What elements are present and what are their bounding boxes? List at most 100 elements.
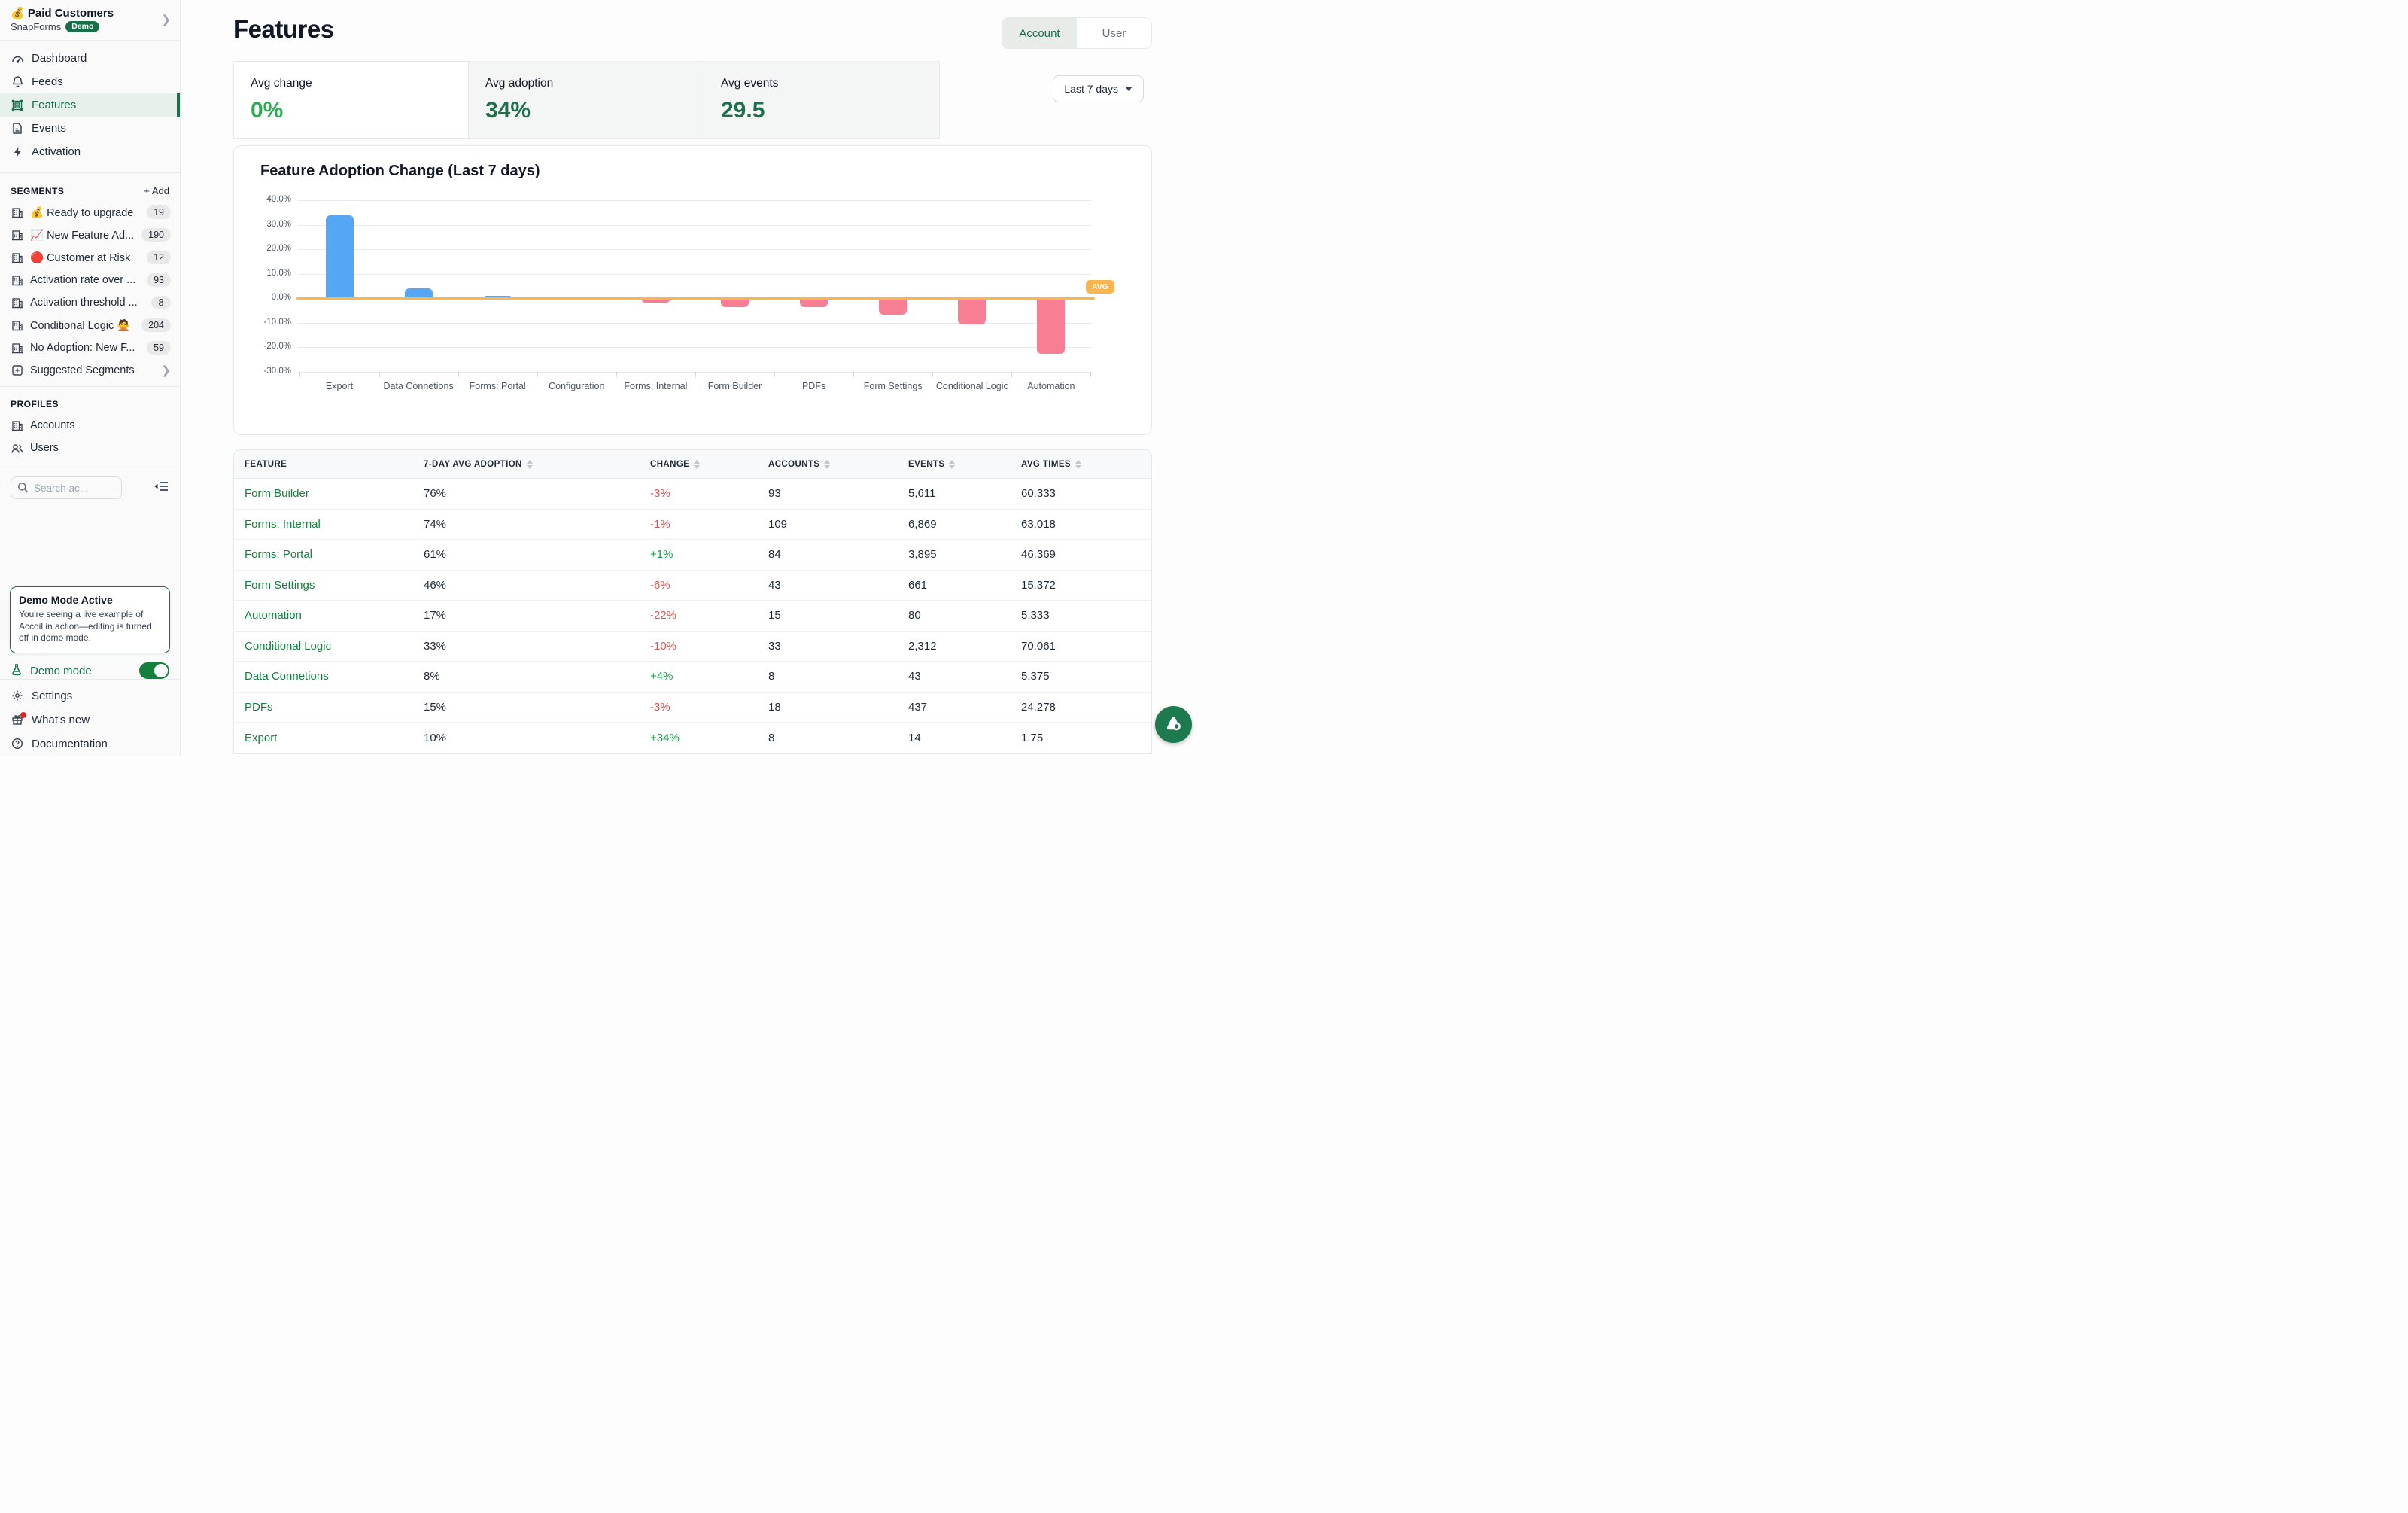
stat-card-avg-change[interactable]: Avg change0% [233, 61, 469, 139]
stat-card-avg-adoption[interactable]: Avg adoption34% [469, 61, 704, 139]
gauge-icon [11, 53, 24, 64]
segment-item[interactable]: Activation threshold ...8 [0, 291, 180, 314]
events-cell: 661 [908, 579, 1021, 592]
x-axis-tick [299, 372, 300, 377]
sidebar-item-settings[interactable]: Settings [0, 683, 180, 708]
feature-link[interactable]: PDFs [245, 701, 424, 714]
chevron-right-icon: ❯ [161, 364, 171, 377]
accoil-logo-icon [1163, 713, 1184, 737]
stat-card-avg-events[interactable]: Avg events29.5 [704, 61, 940, 139]
accounts-cell: 8 [768, 670, 908, 683]
building-icon [11, 320, 23, 331]
suggested-segments-icon [11, 364, 23, 376]
sidebar-item-dashboard[interactable]: Dashboard [0, 47, 180, 70]
column-header-avg-times[interactable]: AVG TIMES [1021, 460, 1151, 469]
feature-link[interactable]: Forms: Portal [245, 548, 424, 561]
segment-item[interactable]: No Adoption: New F...59 [0, 336, 180, 359]
events-cell: 14 [908, 732, 1021, 744]
avg-times-cell: 46.369 [1021, 548, 1151, 561]
features-grid-icon [11, 99, 24, 111]
chevron-down-icon [1125, 87, 1133, 91]
column-header-accounts[interactable]: ACCOUNTS [768, 460, 908, 469]
change-cell: -1% [650, 518, 768, 531]
demo-callout-title: Demo Mode Active [19, 594, 161, 606]
change-cell: +1% [650, 548, 768, 561]
accounts-cell: 43 [768, 579, 908, 592]
sidebar-footer: SettingsWhat's newDocumentation [0, 683, 180, 756]
column-header-events[interactable]: EVENTS [908, 460, 1021, 469]
feature-link[interactable]: Form Settings [245, 579, 424, 592]
feature-link[interactable]: Conditional Logic [245, 640, 424, 653]
feature-link[interactable]: Form Builder [245, 487, 424, 500]
toggle-user[interactable]: User [1077, 18, 1151, 48]
column-header-change[interactable]: CHANGE [650, 460, 768, 469]
workspace-name: 💰 Paid Customers [11, 6, 114, 20]
x-axis-tick [853, 372, 854, 377]
chart-bar-pdfs[interactable] [800, 300, 828, 307]
accounts-cell: 15 [768, 609, 908, 622]
sidebar-item-suggested-segments[interactable]: Suggested Segments ❯ [0, 359, 180, 382]
date-range-dropdown[interactable]: Last 7 days [1053, 75, 1144, 102]
feature-link[interactable]: Export [245, 732, 424, 744]
sidebar-item-what-s-new[interactable]: What's new [0, 708, 180, 732]
sidebar-item-activation[interactable]: Activation [0, 140, 180, 163]
search-row [0, 469, 180, 505]
accounts-cell: 8 [768, 732, 908, 744]
notification-dot [20, 712, 26, 718]
demo-mode-toggle[interactable] [139, 662, 169, 679]
accoil-help-button[interactable] [1155, 706, 1192, 743]
segment-item[interactable]: 🔴 Customer at Risk12 [0, 246, 180, 269]
chart-bar-form-settings[interactable] [879, 300, 907, 315]
segment-count-badge: 19 [147, 205, 171, 219]
sidebar-item-features[interactable]: Features [0, 93, 180, 117]
segment-item[interactable]: Conditional Logic 🙅204 [0, 314, 180, 336]
moneybag-emoji: 💰 [11, 7, 25, 20]
sidebar-item-users[interactable]: Users [0, 437, 180, 459]
segment-item[interactable]: 💰 Ready to upgrade19 [0, 201, 180, 224]
avg-reference-line [296, 297, 1095, 300]
collapse-sidebar-icon[interactable] [154, 479, 169, 497]
column-header-7-day-avg-adoption[interactable]: 7-DAY AVG ADOPTION [424, 460, 650, 469]
building-icon [11, 275, 23, 286]
feature-adoption-chart: Feature Adoption Change (Last 7 days) 40… [233, 145, 1152, 435]
workspace-switcher[interactable]: 💰 Paid Customers SnapFormsDemo ❯ [0, 0, 180, 41]
feature-link[interactable]: Automation [245, 609, 424, 622]
adoption-cell: 15% [424, 701, 650, 714]
sidebar-item-events[interactable]: Events [0, 117, 180, 140]
table-row: Form Builder 76% -3% 93 5,611 60.333 [234, 479, 1151, 510]
sidebar-item-documentation[interactable]: Documentation [0, 732, 180, 756]
toggle-account[interactable]: Account [1002, 18, 1077, 48]
avg-times-cell: 63.018 [1021, 518, 1151, 531]
stat-value: 34% [485, 98, 704, 123]
sidebar-item-accounts[interactable]: Accounts [0, 414, 180, 437]
bell-icon [11, 75, 24, 88]
events-cell: 6,869 [908, 518, 1021, 531]
avg-times-cell: 60.333 [1021, 487, 1151, 500]
sidebar-item-feeds[interactable]: Feeds [0, 70, 180, 93]
segment-item[interactable]: Activation rate over ...93 [0, 269, 180, 291]
gridline [298, 225, 1092, 226]
chart-bar-automation[interactable] [1037, 300, 1065, 354]
chart-bar-conditional-logic[interactable] [958, 300, 986, 324]
add-segment-button[interactable]: + Add [144, 185, 169, 196]
chart-bar-form-builder[interactable] [721, 300, 749, 307]
events-cell: 437 [908, 701, 1021, 714]
y-axis-tick: 30.0% [237, 220, 291, 229]
feature-link[interactable]: Data Connetions [245, 670, 424, 683]
chart-bar-forms-internal[interactable] [642, 300, 670, 302]
help-icon [11, 738, 24, 750]
stat-value: 29.5 [721, 98, 939, 123]
building-icon [11, 207, 23, 218]
y-axis-tick: -10.0% [237, 318, 291, 327]
segment-count-badge: 93 [147, 273, 171, 287]
segment-count-badge: 59 [147, 341, 171, 355]
users-icon [11, 443, 23, 454]
demo-mode-label: Demo mode [30, 665, 92, 677]
change-cell: +4% [650, 670, 768, 683]
chart-bar-export[interactable] [326, 215, 354, 299]
segment-item[interactable]: 📈 New Feature Ad...190 [0, 224, 180, 246]
profiles-list: AccountsUsers [0, 414, 180, 459]
table-row: Forms: Portal 61% +1% 84 3,895 46.369 [234, 540, 1151, 571]
feature-link[interactable]: Forms: Internal [245, 518, 424, 531]
sort-arrows-icon [949, 460, 955, 469]
